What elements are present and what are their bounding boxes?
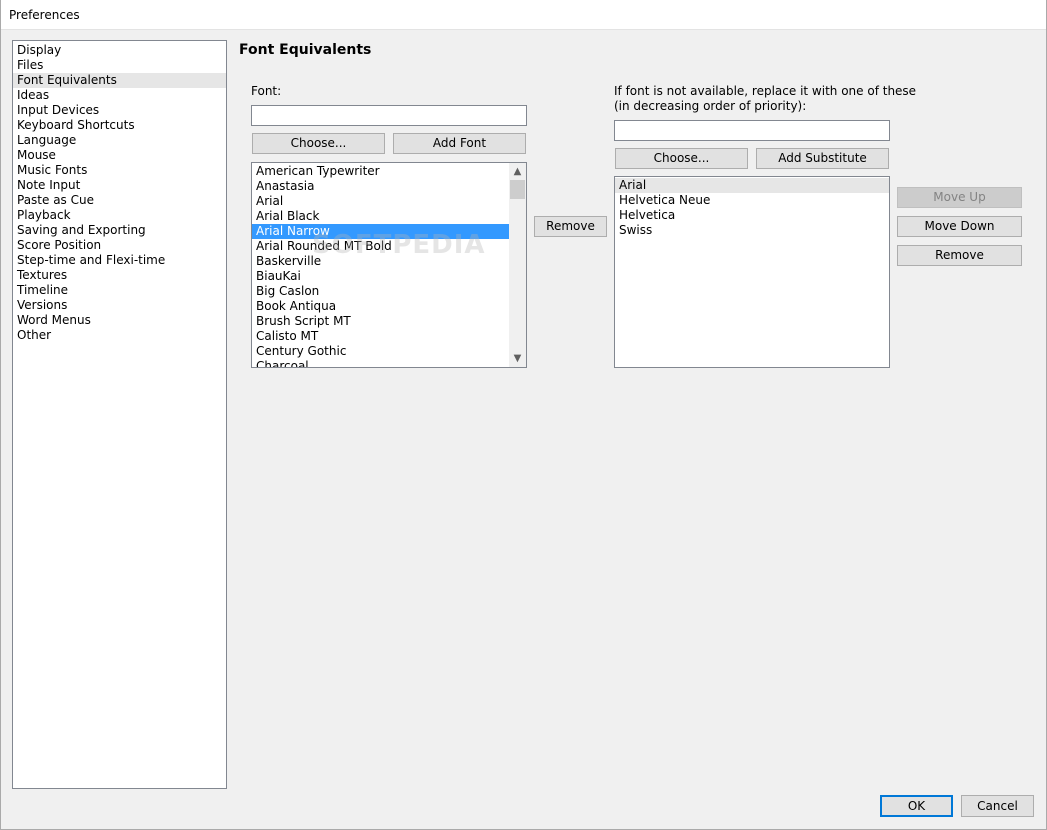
category-item[interactable]: Music Fonts [13,163,226,178]
move-down-button[interactable]: Move Down [897,216,1022,237]
font-list-item[interactable]: Book Antiqua [252,299,510,314]
substitute-list[interactable]: Arial Helvetica Neue Helvetica Swiss [614,176,890,368]
font-list[interactable]: American Typewriter Anastasia Arial Arial B… [251,162,527,368]
category-item[interactable]: Word Menus [13,313,226,328]
choose-substitute-button[interactable]: Choose... [615,148,748,169]
category-item[interactable]: Input Devices [13,103,226,118]
font-list-item[interactable]: BiauKai [252,269,510,284]
font-list-item[interactable]: American Typewriter [252,164,510,179]
category-item[interactable]: Saving and Exporting [13,223,226,238]
substitute-list-item[interactable]: Swiss [615,223,889,238]
remove-substitute-button[interactable]: Remove [897,245,1022,266]
category-item[interactable]: Note Input [13,178,226,193]
font-list-item[interactable]: Big Caslon [252,284,510,299]
page-title: Font Equivalents [239,42,372,58]
category-item[interactable]: Score Position [13,238,226,253]
ok-button[interactable]: OK [880,795,953,817]
category-item[interactable]: Step-time and Flexi-time [13,253,226,268]
font-list-item[interactable]: Brush Script MT [252,314,510,329]
move-up-button[interactable]: Move Up [897,187,1022,208]
font-list-item[interactable]: Century Gothic [252,344,510,359]
font-list-item[interactable]: Baskerville [252,254,510,269]
window-border-left [0,0,1,830]
font-list-item[interactable]: Arial [252,194,510,209]
font-list-item[interactable]: Arial Black [252,209,510,224]
font-list-item[interactable]: Charcoal [252,359,510,367]
category-item[interactable]: Other [13,328,226,343]
category-item[interactable]: Playback [13,208,226,223]
category-item[interactable]: Textures [13,268,226,283]
category-item[interactable]: Keyboard Shortcuts [13,118,226,133]
scroll-up-icon[interactable]: ▲ [509,163,526,180]
remove-font-button[interactable]: Remove [534,216,607,237]
category-item[interactable]: Font Equivalents [13,73,226,88]
category-item[interactable]: Paste as Cue [13,193,226,208]
font-label: Font: [251,84,282,98]
category-item[interactable]: Ideas [13,88,226,103]
category-item[interactable]: Mouse [13,148,226,163]
choose-font-button[interactable]: Choose... [252,133,385,154]
substitute-label-line1: If font is not available, replace it wit… [614,84,917,98]
title-bar: Preferences [0,0,1047,30]
category-item[interactable]: Versions [13,298,226,313]
font-list-item[interactable]: Arial Narrow [252,224,510,239]
font-list-scrollbar[interactable]: ▲ ▼ [509,163,526,367]
substitute-list-item[interactable]: Arial [615,178,889,193]
font-list-item[interactable]: Anastasia [252,179,510,194]
category-item[interactable]: Timeline [13,283,226,298]
add-font-button[interactable]: Add Font [393,133,526,154]
cancel-button[interactable]: Cancel [961,795,1034,817]
substitute-input[interactable] [614,120,890,141]
font-list-item[interactable]: Calisto MT [252,329,510,344]
add-substitute-button[interactable]: Add Substitute [756,148,889,169]
category-item[interactable]: Display [13,43,226,58]
font-list-items: American Typewriter Anastasia Arial Arial B… [252,164,510,367]
category-item[interactable]: Language [13,133,226,148]
substitute-list-item[interactable]: Helvetica [615,208,889,223]
category-item[interactable]: Files [13,58,226,73]
substitute-list-item[interactable]: Helvetica Neue [615,193,889,208]
scroll-thumb[interactable] [510,180,525,199]
font-input[interactable] [251,105,527,126]
window-title: Preferences [9,8,80,22]
substitute-label-line2: (in decreasing order of priority): [614,99,807,113]
font-list-item[interactable]: Arial Rounded MT Bold [252,239,510,254]
scroll-down-icon[interactable]: ▼ [509,350,526,367]
category-list[interactable]: Display Files Font Equivalents Ideas Input D… [12,40,227,789]
